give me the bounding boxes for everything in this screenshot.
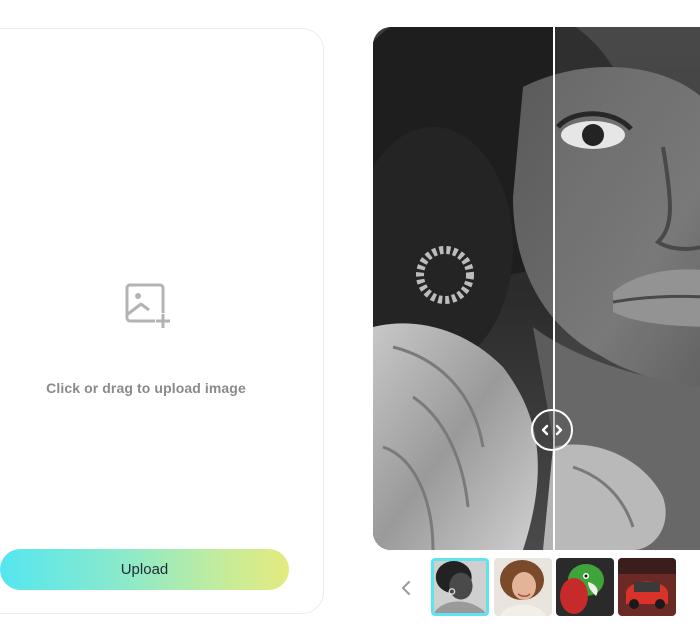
carousel-prev-button[interactable] [396,576,416,600]
compare-divider-line[interactable] [553,27,555,550]
drop-zone[interactable]: Click or drag to upload image [1,29,325,549]
image-add-icon [125,283,171,329]
woman-thumbnail-image [494,558,552,616]
app-frame: Click or drag to upload image Upload [0,0,700,639]
compare-slider-handle[interactable] [531,409,573,451]
portrait-bw-thumbnail-image [434,561,486,613]
parrot-thumbnail-image [556,558,614,616]
compare-arrows-icon [541,424,563,436]
car-thumbnail-image [618,558,676,616]
chevron-left-icon [402,581,410,595]
portrait-preview-graphic [373,27,700,550]
thumbnail-car[interactable] [618,558,676,616]
thumbnail-parrot[interactable] [556,558,614,616]
upload-button[interactable]: Upload [0,549,289,590]
drop-instruction-text: Click or drag to upload image [46,380,246,396]
preview-image [373,27,700,550]
thumbnail-portrait-woman[interactable] [494,558,552,616]
thumbnail-portrait-bw[interactable] [431,558,489,616]
upload-panel: Click or drag to upload image [0,28,324,614]
